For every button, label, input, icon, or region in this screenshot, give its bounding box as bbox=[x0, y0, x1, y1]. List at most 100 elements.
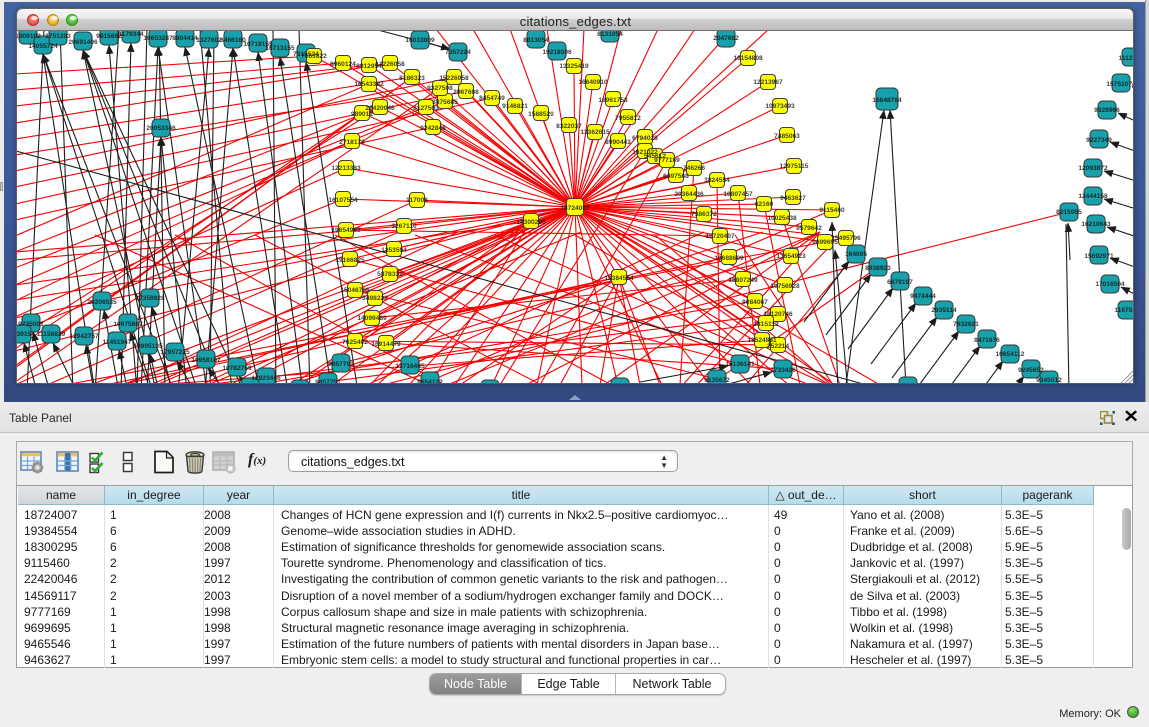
svg-text:10654112: 10654112 bbox=[996, 351, 1025, 358]
svg-text:9345012: 9345012 bbox=[1036, 377, 1062, 383]
svg-text:16210643: 16210643 bbox=[1081, 221, 1111, 228]
svg-text:13654923: 13654923 bbox=[776, 253, 806, 260]
svg-text:1909102: 1909102 bbox=[17, 33, 41, 40]
svg-text:10653287: 10653287 bbox=[143, 35, 173, 42]
svg-text:10975867: 10975867 bbox=[113, 321, 143, 328]
svg-text:10973493: 10973493 bbox=[765, 103, 795, 110]
svg-text:13362615: 13362615 bbox=[580, 129, 610, 136]
svg-text:9735001: 9735001 bbox=[18, 321, 44, 328]
svg-text:20206535: 20206535 bbox=[87, 299, 117, 306]
svg-text:9457791: 9457791 bbox=[315, 379, 341, 383]
svg-text:20364436: 20364436 bbox=[674, 191, 704, 198]
svg-text:17359928: 17359928 bbox=[135, 295, 165, 302]
svg-text:20053346: 20053346 bbox=[146, 125, 176, 132]
svg-text:18807249: 18807249 bbox=[728, 277, 758, 284]
svg-text:17016504: 17016504 bbox=[1095, 281, 1125, 288]
svg-text:9579642: 9579642 bbox=[796, 225, 822, 232]
svg-text:10756928: 10756928 bbox=[770, 283, 800, 290]
svg-text:10025438: 10025438 bbox=[767, 215, 797, 222]
svg-text:6794028: 6794028 bbox=[632, 135, 658, 142]
svg-text:16640910: 16640910 bbox=[578, 79, 608, 86]
svg-text:14136141: 14136141 bbox=[725, 361, 755, 368]
svg-text:9135672: 9135672 bbox=[704, 377, 730, 383]
svg-text:19384554: 19384554 bbox=[604, 275, 634, 282]
svg-text:12093872: 12093872 bbox=[1078, 165, 1108, 172]
svg-text:16120746: 16120746 bbox=[763, 311, 793, 318]
svg-text:1733426: 1733426 bbox=[770, 367, 796, 374]
svg-text:12213967: 12213967 bbox=[753, 79, 783, 86]
svg-text:6466160: 6466160 bbox=[220, 37, 246, 44]
svg-text:8454749: 8454749 bbox=[479, 95, 505, 102]
svg-text:8131054: 8131054 bbox=[597, 31, 623, 38]
svg-text:8912954: 8912954 bbox=[356, 63, 382, 70]
svg-text:8654122: 8654122 bbox=[417, 379, 443, 383]
svg-text:15046766: 15046766 bbox=[340, 287, 370, 294]
svg-text:9227349: 9227349 bbox=[1086, 137, 1112, 144]
svg-text:62160: 62160 bbox=[755, 201, 774, 208]
svg-text:8938923: 8938923 bbox=[865, 265, 891, 272]
svg-text:8215955: 8215955 bbox=[1056, 209, 1082, 216]
svg-text:19218506: 19218506 bbox=[542, 49, 572, 56]
svg-text:8990443: 8990443 bbox=[605, 139, 631, 146]
svg-text:19654983: 19654983 bbox=[331, 227, 361, 234]
svg-text:8471676: 8471676 bbox=[974, 337, 1000, 344]
svg-text:15720407: 15720407 bbox=[705, 233, 735, 240]
svg-text:2935114: 2935114 bbox=[931, 307, 957, 314]
svg-text:7357224: 7357224 bbox=[445, 49, 471, 56]
svg-text:13716485: 13716485 bbox=[395, 363, 425, 370]
svg-text:6679197: 6679197 bbox=[887, 279, 913, 286]
svg-text:16033809: 16033809 bbox=[405, 37, 435, 44]
svg-text:10782759: 10782759 bbox=[222, 365, 252, 372]
svg-text:6497568: 6497568 bbox=[663, 173, 689, 180]
svg-text:12923446: 12923446 bbox=[251, 375, 281, 382]
svg-text:15226058: 15226058 bbox=[439, 75, 469, 82]
svg-text:9115460: 9115460 bbox=[819, 207, 845, 214]
svg-text:1815112: 1815112 bbox=[753, 321, 779, 328]
svg-text:1327602: 1327602 bbox=[196, 37, 222, 44]
svg-text:16961758: 16961758 bbox=[598, 97, 628, 104]
svg-text:9139154: 9139154 bbox=[17, 331, 35, 338]
svg-text:12213383: 12213383 bbox=[331, 165, 361, 172]
svg-text:7632621: 7632621 bbox=[953, 321, 979, 328]
svg-text:16107554: 16107554 bbox=[328, 197, 358, 204]
svg-text:164095: 164095 bbox=[845, 251, 867, 258]
svg-text:10807457: 10807457 bbox=[723, 191, 753, 198]
svg-text:8186323: 8186323 bbox=[399, 75, 425, 82]
svg-text:11451947: 11451947 bbox=[103, 339, 132, 346]
svg-text:1179344: 1179344 bbox=[118, 31, 144, 38]
svg-text:1353594: 1353594 bbox=[381, 247, 407, 254]
svg-text:2967608: 2967608 bbox=[453, 89, 479, 96]
svg-text:16914479: 16914479 bbox=[371, 341, 401, 348]
svg-text:12942757: 12942757 bbox=[69, 333, 99, 340]
svg-text:252214: 252214 bbox=[767, 343, 789, 350]
svg-text:1112203: 1112203 bbox=[1119, 55, 1134, 62]
svg-text:3498222: 3498222 bbox=[362, 295, 388, 302]
svg-text:9245652: 9245652 bbox=[1018, 367, 1044, 374]
svg-text:8322037: 8322037 bbox=[556, 123, 582, 130]
svg-text:18724007: 18724007 bbox=[560, 205, 590, 212]
svg-text:9242848: 9242848 bbox=[420, 125, 446, 132]
svg-text:10688609: 10688609 bbox=[714, 255, 744, 262]
svg-text:8804414: 8804414 bbox=[172, 35, 198, 42]
svg-text:1751203: 1751203 bbox=[45, 33, 71, 40]
svg-text:989012: 989012 bbox=[351, 111, 373, 118]
svg-text:9463627: 9463627 bbox=[780, 195, 806, 202]
svg-text:14099489: 14099489 bbox=[357, 315, 387, 322]
svg-text:15751074: 15751074 bbox=[1106, 81, 1134, 88]
svg-text:9857791: 9857791 bbox=[328, 361, 354, 368]
svg-text:11156829: 11156829 bbox=[37, 331, 66, 338]
svg-text:117008: 117008 bbox=[406, 197, 428, 204]
svg-text:13325419: 13325419 bbox=[559, 63, 589, 70]
svg-text:8960124: 8960124 bbox=[330, 61, 356, 68]
svg-text:7386372: 7386372 bbox=[691, 211, 717, 218]
svg-text:16154808: 16154808 bbox=[733, 55, 763, 62]
svg-text:9084067: 9084067 bbox=[742, 299, 768, 306]
svg-text:2718170: 2718170 bbox=[339, 139, 365, 146]
svg-text:19166825: 19166825 bbox=[335, 257, 365, 264]
svg-text:9777169: 9777169 bbox=[654, 157, 680, 164]
svg-text:746266: 746266 bbox=[683, 165, 705, 172]
svg-text:16543382: 16543382 bbox=[354, 81, 384, 88]
svg-text:7625402: 7625402 bbox=[342, 339, 368, 346]
svg-text:9146821: 9146821 bbox=[502, 103, 528, 110]
svg-text:15692971: 15692971 bbox=[1084, 253, 1114, 260]
